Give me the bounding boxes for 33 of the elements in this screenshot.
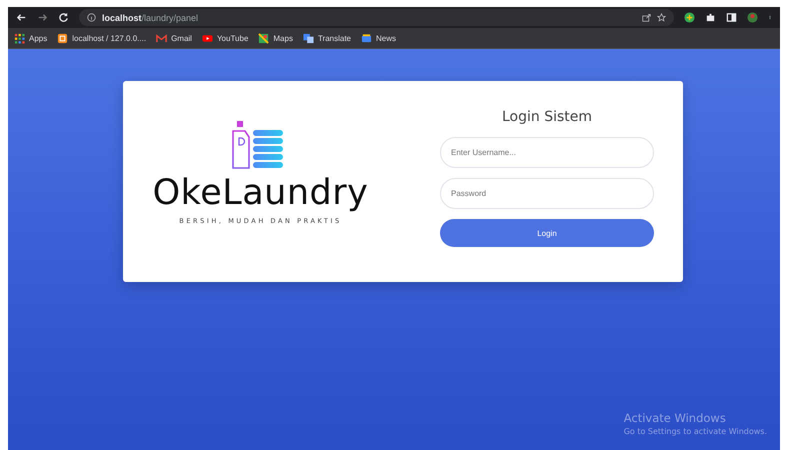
translate-icon (302, 32, 314, 44)
login-title: Login Sistem (500, 109, 594, 125)
bookmark-link[interactable]: YouTube (202, 32, 248, 44)
newspaper-icon (361, 32, 372, 44)
plus-circle-icon[interactable] (684, 12, 695, 23)
forward-arrow-icon[interactable] (37, 12, 48, 23)
brand-name: OkeLaundry (152, 173, 368, 213)
bookmark-link[interactable]: Gmail (156, 32, 192, 44)
map-icon (258, 32, 270, 44)
apps-grid-icon (14, 32, 25, 44)
login-button[interactable]: Login (440, 219, 654, 247)
star-icon[interactable] (657, 13, 666, 22)
database-icon (57, 32, 68, 44)
back-arrow-icon[interactable] (16, 12, 27, 23)
profile-avatar-icon[interactable] (747, 12, 758, 23)
share-icon[interactable] (642, 13, 651, 22)
mail-icon (156, 32, 168, 44)
bookmark-link[interactable]: Apps (14, 32, 48, 44)
bookmark-link[interactable]: localhost / 127.0.0.... (57, 32, 146, 44)
activation-title: Activate Windows (624, 411, 727, 425)
url-path: /laundry/panel (142, 12, 198, 22)
info-icon (87, 13, 96, 22)
bookmark-link[interactable]: News (361, 32, 396, 44)
play-icon (202, 32, 213, 44)
side-panel-icon[interactable] (726, 12, 737, 23)
activation-message: Go to Settings to activate Windows. (624, 427, 767, 436)
password-field[interactable]: Password (440, 178, 654, 209)
username-field[interactable]: Enter Username... (440, 137, 654, 168)
bookmark-link[interactable]: Maps (258, 32, 293, 44)
reload-icon[interactable] (58, 12, 69, 23)
url-host: localhost (102, 12, 142, 22)
address-bar[interactable]: localhost/laundry/panel (79, 9, 674, 26)
bookmark-link[interactable]: Translate (302, 32, 352, 44)
